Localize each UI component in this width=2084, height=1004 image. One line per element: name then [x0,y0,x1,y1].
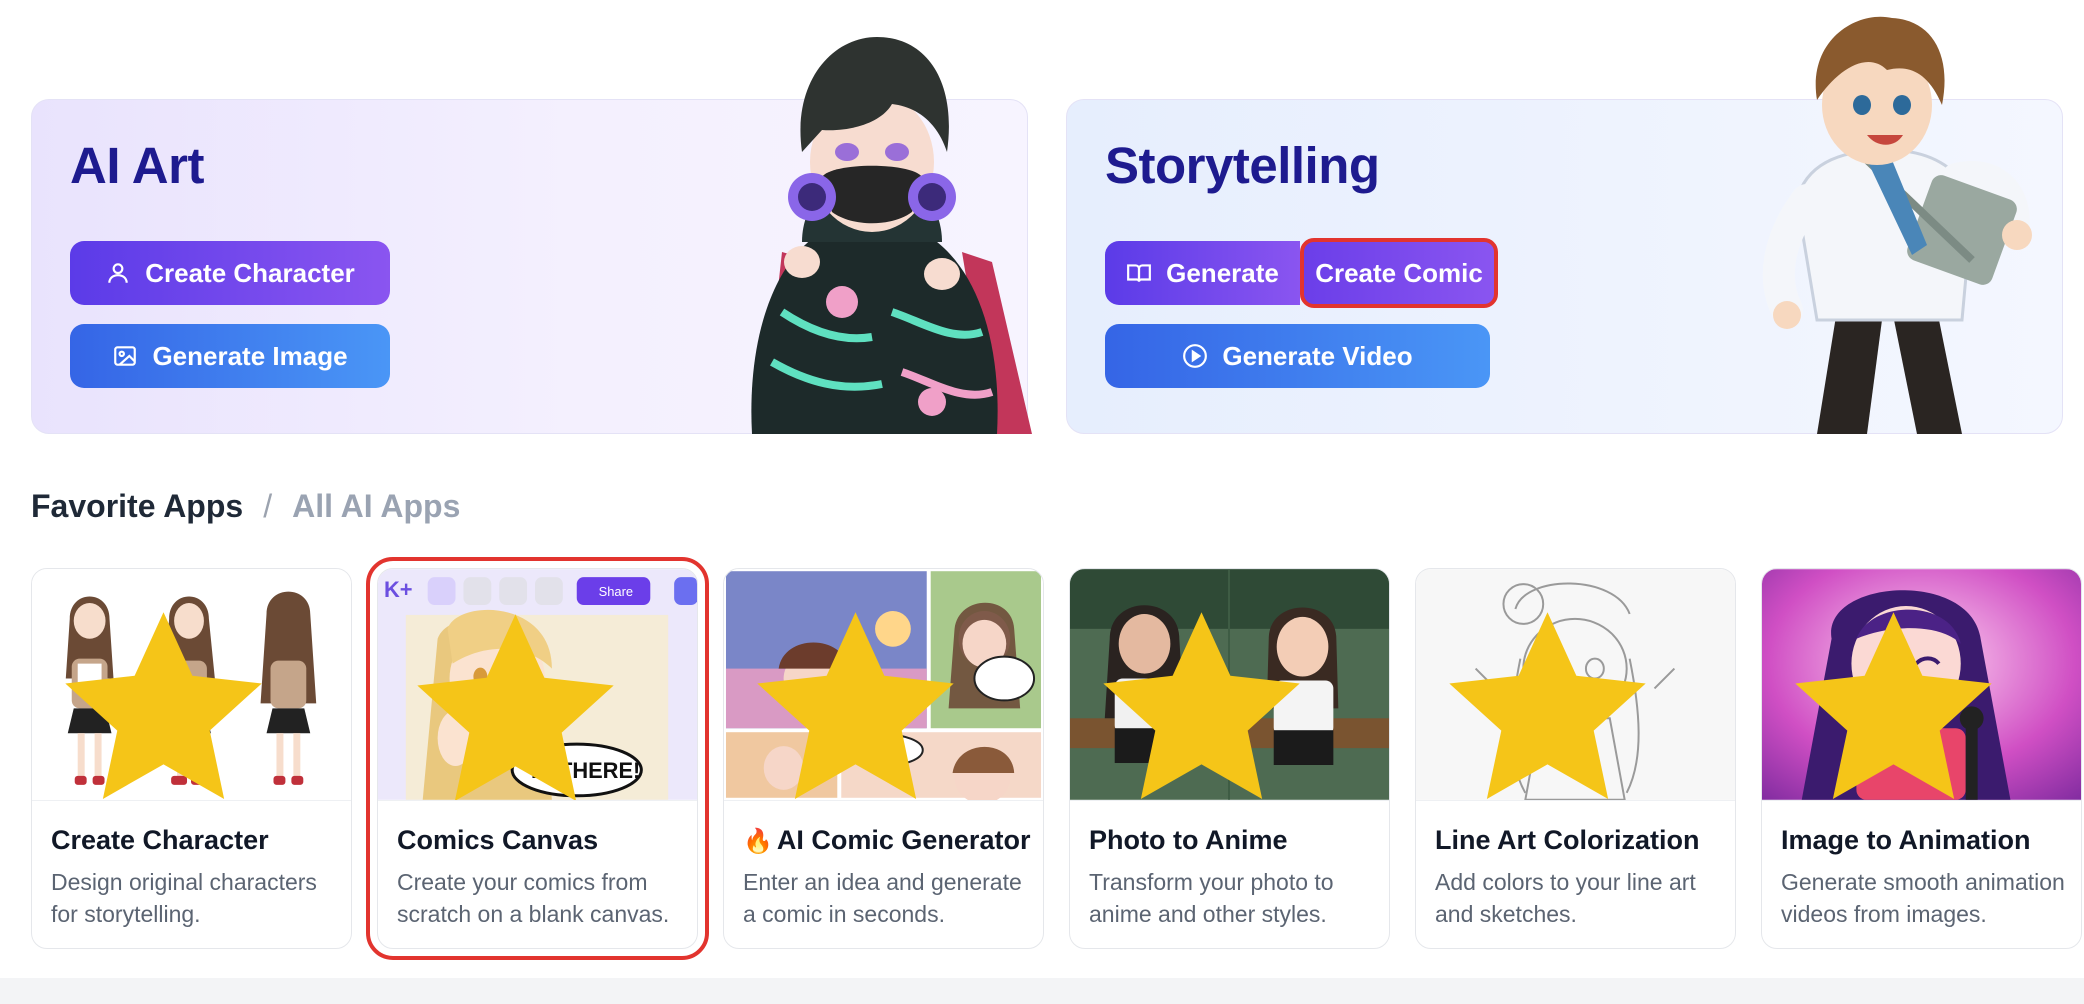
create-comic-label: Create Comic [1315,257,1483,288]
favorite-star-icon[interactable] [1762,593,2053,801]
generate-image-label: Generate Image [152,340,348,371]
storytelling-panel: Storytelling Generate Create Comic Gener… [1066,16,2063,434]
favorite-star-icon[interactable] [32,593,323,801]
book-open-icon [1126,260,1152,286]
app-description: Generate smooth animation videos from im… [1781,869,2065,927]
app-title: Photo to Anime [1089,825,1288,855]
create-comic-button[interactable]: Create Comic [1300,238,1498,308]
app-card-line-art-colorization[interactable]: Line Art Colorization Add colors to your… [1415,568,1736,949]
ai-art-title: AI Art [70,137,204,194]
app-description: Add colors to your line art and sketches… [1435,869,1696,927]
generate-video-label: Generate Video [1222,340,1413,371]
favorite-apps-tab[interactable]: Favorite Apps [31,488,243,525]
app-card-image-to-animation[interactable]: Image to Animation Generate smooth anima… [1761,568,2082,949]
app-description: Create your comics from scratch on a bla… [397,869,670,927]
fire-icon: 🔥 [743,828,773,855]
page-bottom-strip [0,978,2084,1004]
generate-story-button[interactable]: Generate [1105,241,1300,305]
app-title: 🔥 AI Comic Generator [743,825,1031,855]
play-circle-icon [1182,343,1208,369]
app-description: Enter an idea and generate a comic in se… [743,869,1022,927]
app-thumbnail [1762,569,2081,801]
app-card-create-character[interactable]: Create Character Design original charact… [31,568,352,949]
generate-story-label: Generate [1166,257,1279,288]
apps-section-heading: Favorite Apps / All AI Apps [31,488,460,525]
favorite-star-icon[interactable] [724,593,1015,801]
image-icon [112,343,138,369]
app-title: Create Character [51,825,269,855]
app-card-ai-comic-generator[interactable]: 🔥 AI Comic Generator Enter an idea and ge… [723,568,1044,949]
app-thumbnail [32,569,351,801]
favorite-star-icon[interactable] [378,595,675,801]
app-title: Line Art Colorization [1435,825,1700,855]
generate-image-button[interactable]: Generate Image [70,324,390,388]
favorite-star-icon[interactable] [1416,593,1707,801]
create-character-label: Create Character [145,257,355,288]
app-thumbnail [1416,569,1735,801]
user-icon [105,260,131,286]
app-card-photo-to-anime[interactable]: Photo to Anime Transform your photo to a… [1069,568,1390,949]
hero-story-character-illustration [1762,16,2032,434]
favorite-star-icon[interactable] [1070,593,1361,801]
app-thumbnail: K+ Share HI THERE! [378,569,697,801]
generate-video-button[interactable]: Generate Video [1105,324,1490,388]
hero-art-character-illustration [751,37,1032,434]
create-character-button[interactable]: Create Character [70,241,390,305]
app-title: Image to Animation [1781,825,2031,855]
app-title: Comics Canvas [397,825,599,855]
app-card-comics-canvas[interactable]: K+ Share HI THERE! Comics Canvas Create … [366,557,709,960]
all-ai-apps-tab[interactable]: All AI Apps [292,488,460,525]
app-description: Transform your photo to anime and other … [1089,869,1334,927]
app-thumbnail [724,569,1043,801]
app-description: Design original characters for storytell… [51,869,317,927]
ai-art-panel: AI Art Create Character Generate Image [31,37,1032,434]
app-thumbnail [1070,569,1389,801]
heading-separator: / [263,488,273,524]
storytelling-title: Storytelling [1105,137,1380,194]
